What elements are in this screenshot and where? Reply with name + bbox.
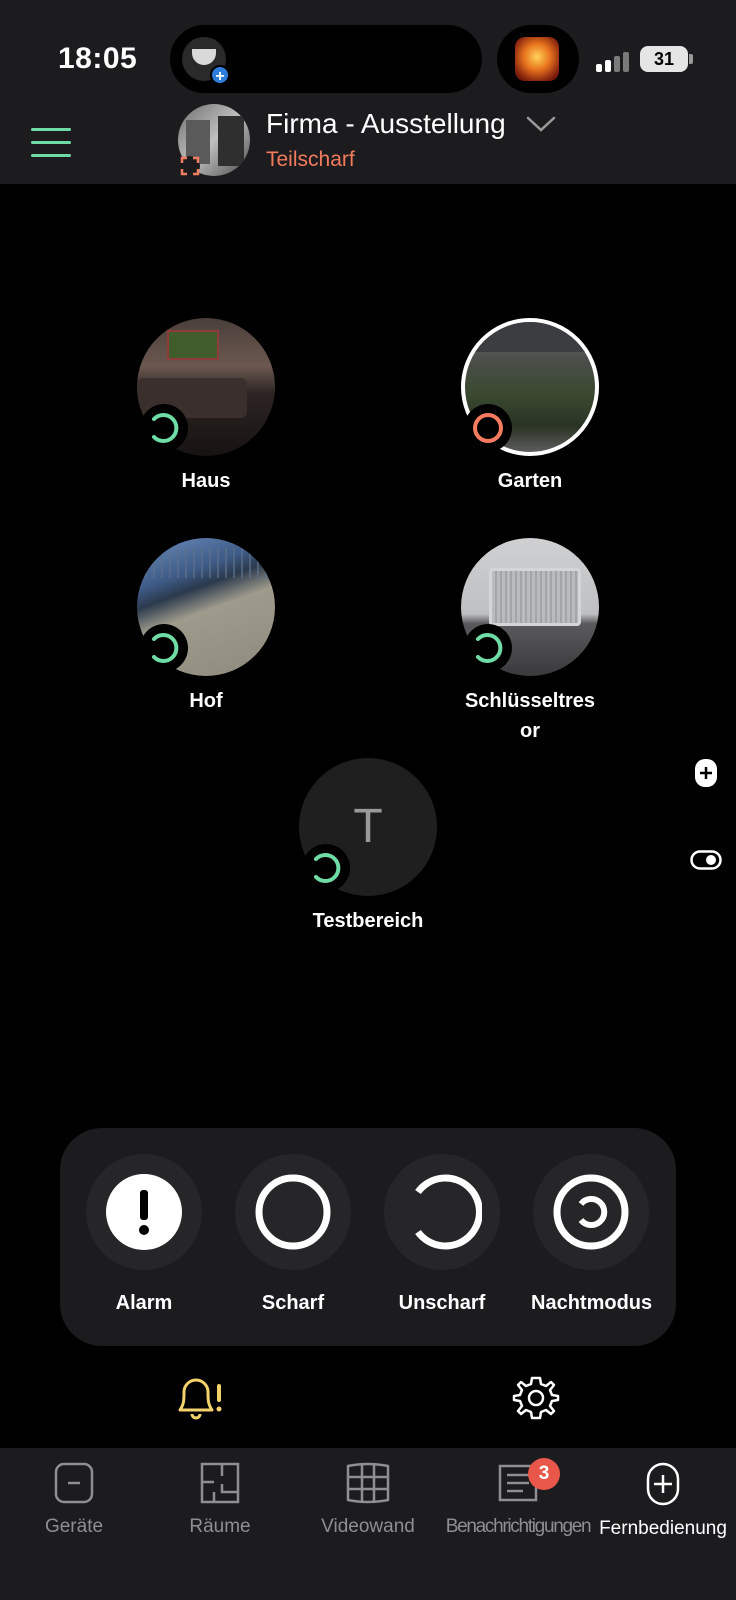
live-activity-app-icon: + <box>182 37 230 85</box>
zone-name: Hof <box>189 690 223 712</box>
zone-hof[interactable]: Hof <box>106 538 306 716</box>
disarmed-status-icon <box>140 624 188 672</box>
site-name[interactable]: Firma - Ausstellung <box>266 108 506 140</box>
scharf-label: Scharf <box>261 1292 325 1314</box>
zone-name-line1: Schlüsseltres <box>464 690 596 712</box>
tab-label: Fernbedienung <box>599 1518 727 1539</box>
notification-count-badge: 3 <box>528 1458 560 1490</box>
bottom-tab-bar: Geräte Räume Videowand 3 Benachrichtigun… <box>0 1448 736 1600</box>
armed-status-icon <box>464 404 512 452</box>
tab-raeume[interactable]: Räume <box>168 1462 272 1538</box>
alarm-bell-icon[interactable] <box>172 1374 228 1424</box>
alarm-label: Alarm <box>115 1292 173 1314</box>
tab-label: Benachrichtigungen <box>445 1516 592 1537</box>
cellular-signal-icon <box>596 50 632 72</box>
battery-icon: 31 <box>640 46 688 72</box>
zone-name: Schlüsseltres or <box>430 686 630 746</box>
alarm-icon <box>106 1174 182 1250</box>
tab-videowand[interactable]: Videowand <box>306 1462 430 1538</box>
tab-benachrichtigungen[interactable]: 3 Benachrichtigungen <box>444 1458 592 1538</box>
arm-control-panel: Alarm Scharf Unscharf Nachtmodus <box>60 1128 676 1346</box>
alarm-button[interactable]: Alarm <box>84 1154 204 1315</box>
toggle-icon[interactable] <box>690 850 722 870</box>
night-mode-icon <box>553 1174 629 1250</box>
zone-name: Garten <box>497 470 563 492</box>
zone-name: Testbereich <box>312 910 424 932</box>
battery-tip <box>689 54 693 64</box>
device-icon <box>54 1462 94 1504</box>
nachtmodus-button[interactable]: Nachtmodus <box>531 1154 653 1315</box>
status-bar: 18:05 + 31 <box>0 0 736 100</box>
zone-garten[interactable]: Garten <box>430 318 630 496</box>
zone-name-line2: or <box>520 720 540 742</box>
dynamic-island[interactable]: + <box>170 25 482 93</box>
disarmed-ring-icon <box>415 1174 482 1250</box>
partially-armed-icon <box>180 156 200 176</box>
game-app-icon <box>515 37 559 81</box>
hamburger-menu-icon[interactable] <box>28 126 72 160</box>
unscharf-label: Unscharf <box>398 1292 486 1314</box>
disarmed-status-icon <box>140 404 188 452</box>
disarmed-status-icon <box>302 844 350 892</box>
nachtmodus-label: Nachtmodus <box>531 1292 653 1314</box>
chevron-down-icon[interactable] <box>526 114 556 134</box>
scharf-button[interactable]: Scharf <box>233 1154 353 1315</box>
video-wall-icon <box>346 1462 390 1504</box>
tab-label: Videowand <box>321 1516 415 1537</box>
zone-schluesseltresor[interactable]: Schlüsseltres or <box>430 538 630 746</box>
armed-ring-icon <box>255 1174 331 1250</box>
rooms-icon <box>200 1462 240 1504</box>
live-activity-island[interactable] <box>497 25 579 93</box>
zone-name: Haus <box>181 470 231 492</box>
status-time: 18:05 <box>58 42 138 75</box>
site-arm-state: Teilscharf <box>266 148 355 171</box>
unscharf-button[interactable]: Unscharf <box>382 1154 502 1315</box>
tab-label: Räume <box>189 1516 251 1537</box>
tab-fernbedienung[interactable]: Fernbedienung <box>594 1462 732 1540</box>
add-zone-icon[interactable] <box>694 758 718 788</box>
disarmed-status-icon <box>464 624 512 672</box>
tab-geraete[interactable]: Geräte <box>22 1462 126 1538</box>
app-header: 18:05 + 31 Firma - Ausstellung Teilschar… <box>0 0 736 184</box>
tab-label: Geräte <box>44 1516 104 1537</box>
zone-haus[interactable]: Haus <box>106 318 306 496</box>
settings-gear-icon[interactable] <box>512 1374 560 1422</box>
plus-badge-icon: + <box>210 65 230 85</box>
remote-control-icon <box>646 1462 680 1506</box>
zone-testbereich[interactable]: T Testbereich <box>268 758 468 936</box>
